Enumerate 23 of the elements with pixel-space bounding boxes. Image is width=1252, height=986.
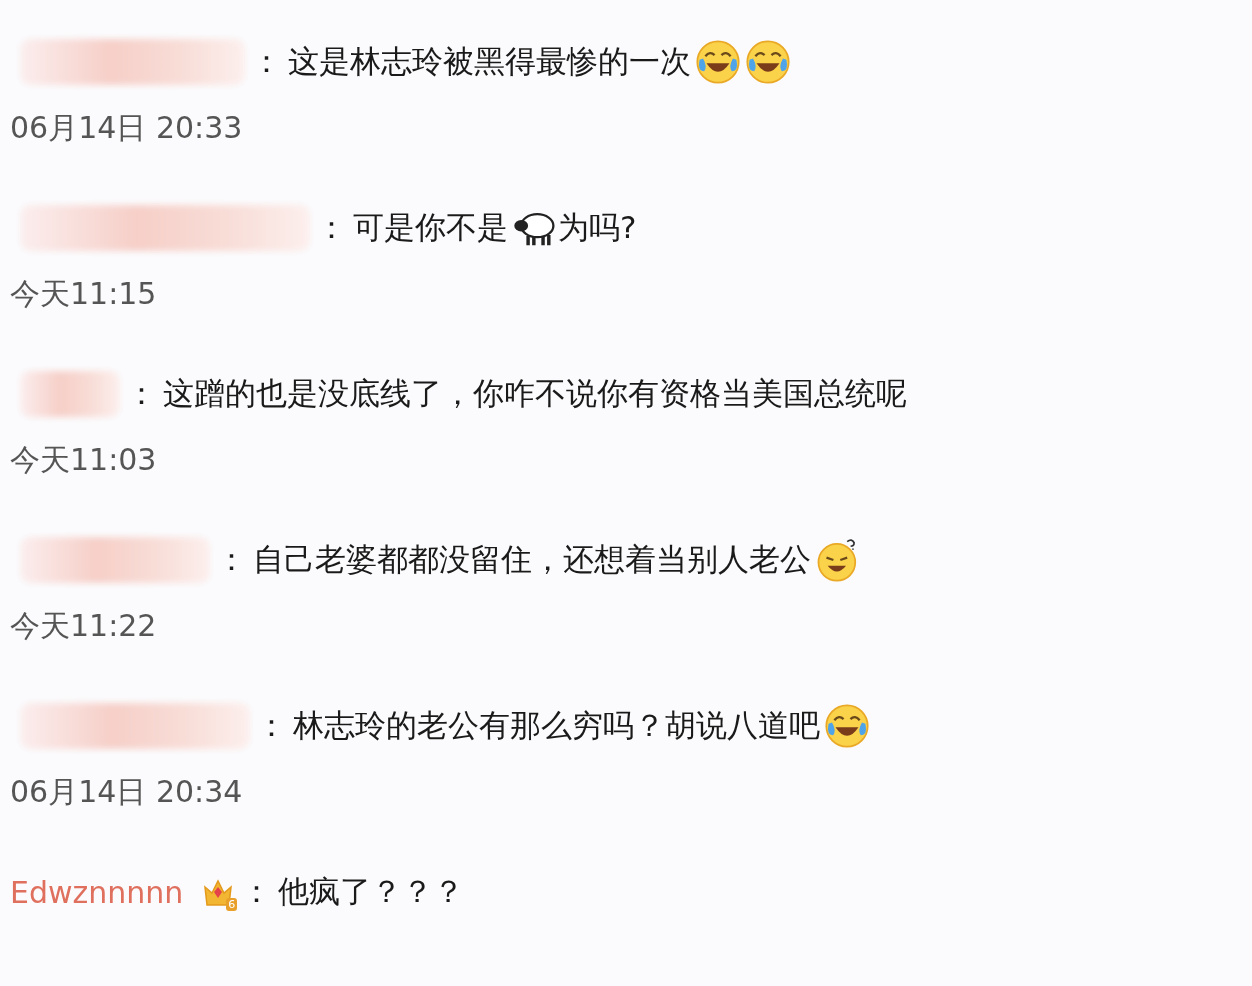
colon-separator: ： [251, 42, 282, 81]
comment-text: 这是林志玲被黑得最惨的一次 [288, 42, 691, 81]
colon-separator: ： [216, 540, 247, 579]
comment-text: 林志玲的老公有那么穷吗？胡说八道吧 [293, 706, 820, 745]
laughing-tears-emoji-icon [824, 703, 870, 749]
level-number: 6 [226, 898, 238, 911]
username-link[interactable]: Edwznnnnn [10, 874, 184, 910]
comment-timestamp: 今天11:03 [10, 441, 158, 479]
comment-text: 他疯了？？？ [278, 872, 465, 911]
colon-separator: ： [126, 374, 157, 413]
comment-text: 为吗? [558, 208, 637, 247]
comment-text: 可是你不是 [353, 208, 508, 247]
colon-separator: ： [241, 872, 273, 911]
comment-text: 自己老婆都都没留住，还想着当别人老公 [253, 540, 811, 579]
comment-timestamp: 06月14日 20:33 [10, 109, 244, 147]
comment-timestamp: 今天11:22 [10, 607, 158, 645]
laughing-tears-emoji-icon [695, 39, 741, 85]
laughing-tears-emoji-icon [745, 39, 791, 85]
comment-timestamp: 今天11:15 [10, 275, 158, 313]
comment-timestamp: 06月14日 20:34 [10, 773, 244, 811]
comment-text: 这蹭的也是没底线了，你咋不说你有资格当美国总统呢 [163, 374, 907, 413]
colon-separator: ： [256, 706, 287, 745]
colon-separator: ： [316, 208, 347, 247]
